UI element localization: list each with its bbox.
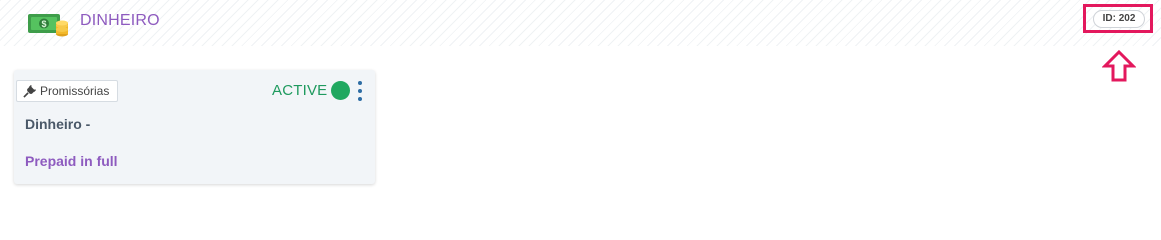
kebab-menu-icon[interactable] (354, 81, 366, 101)
card-title[interactable]: Dinheiro - (25, 116, 90, 132)
payment-status-text: Prepaid in full (25, 153, 118, 169)
plug-icon (23, 84, 36, 98)
category-tag-label: Promissórias (40, 84, 110, 98)
plan-card[interactable]: Promissórias ACTIVE Dinheiro - Prepaid i… (14, 70, 375, 184)
up-arrow-icon (1102, 49, 1136, 82)
svg-text:$: $ (41, 19, 46, 29)
status-label: ACTIVE (272, 82, 328, 99)
page-title: DINHEIRO (80, 12, 160, 29)
status-indicator: ACTIVE (272, 81, 351, 100)
category-tag: Promissórias (16, 80, 119, 102)
status-dot-icon (331, 81, 351, 100)
money-bill-coins-icon: $ (28, 14, 68, 37)
id-highlight-box (1083, 4, 1153, 33)
page-header: $ DINHEIRO ID: 202 (0, 0, 1161, 46)
